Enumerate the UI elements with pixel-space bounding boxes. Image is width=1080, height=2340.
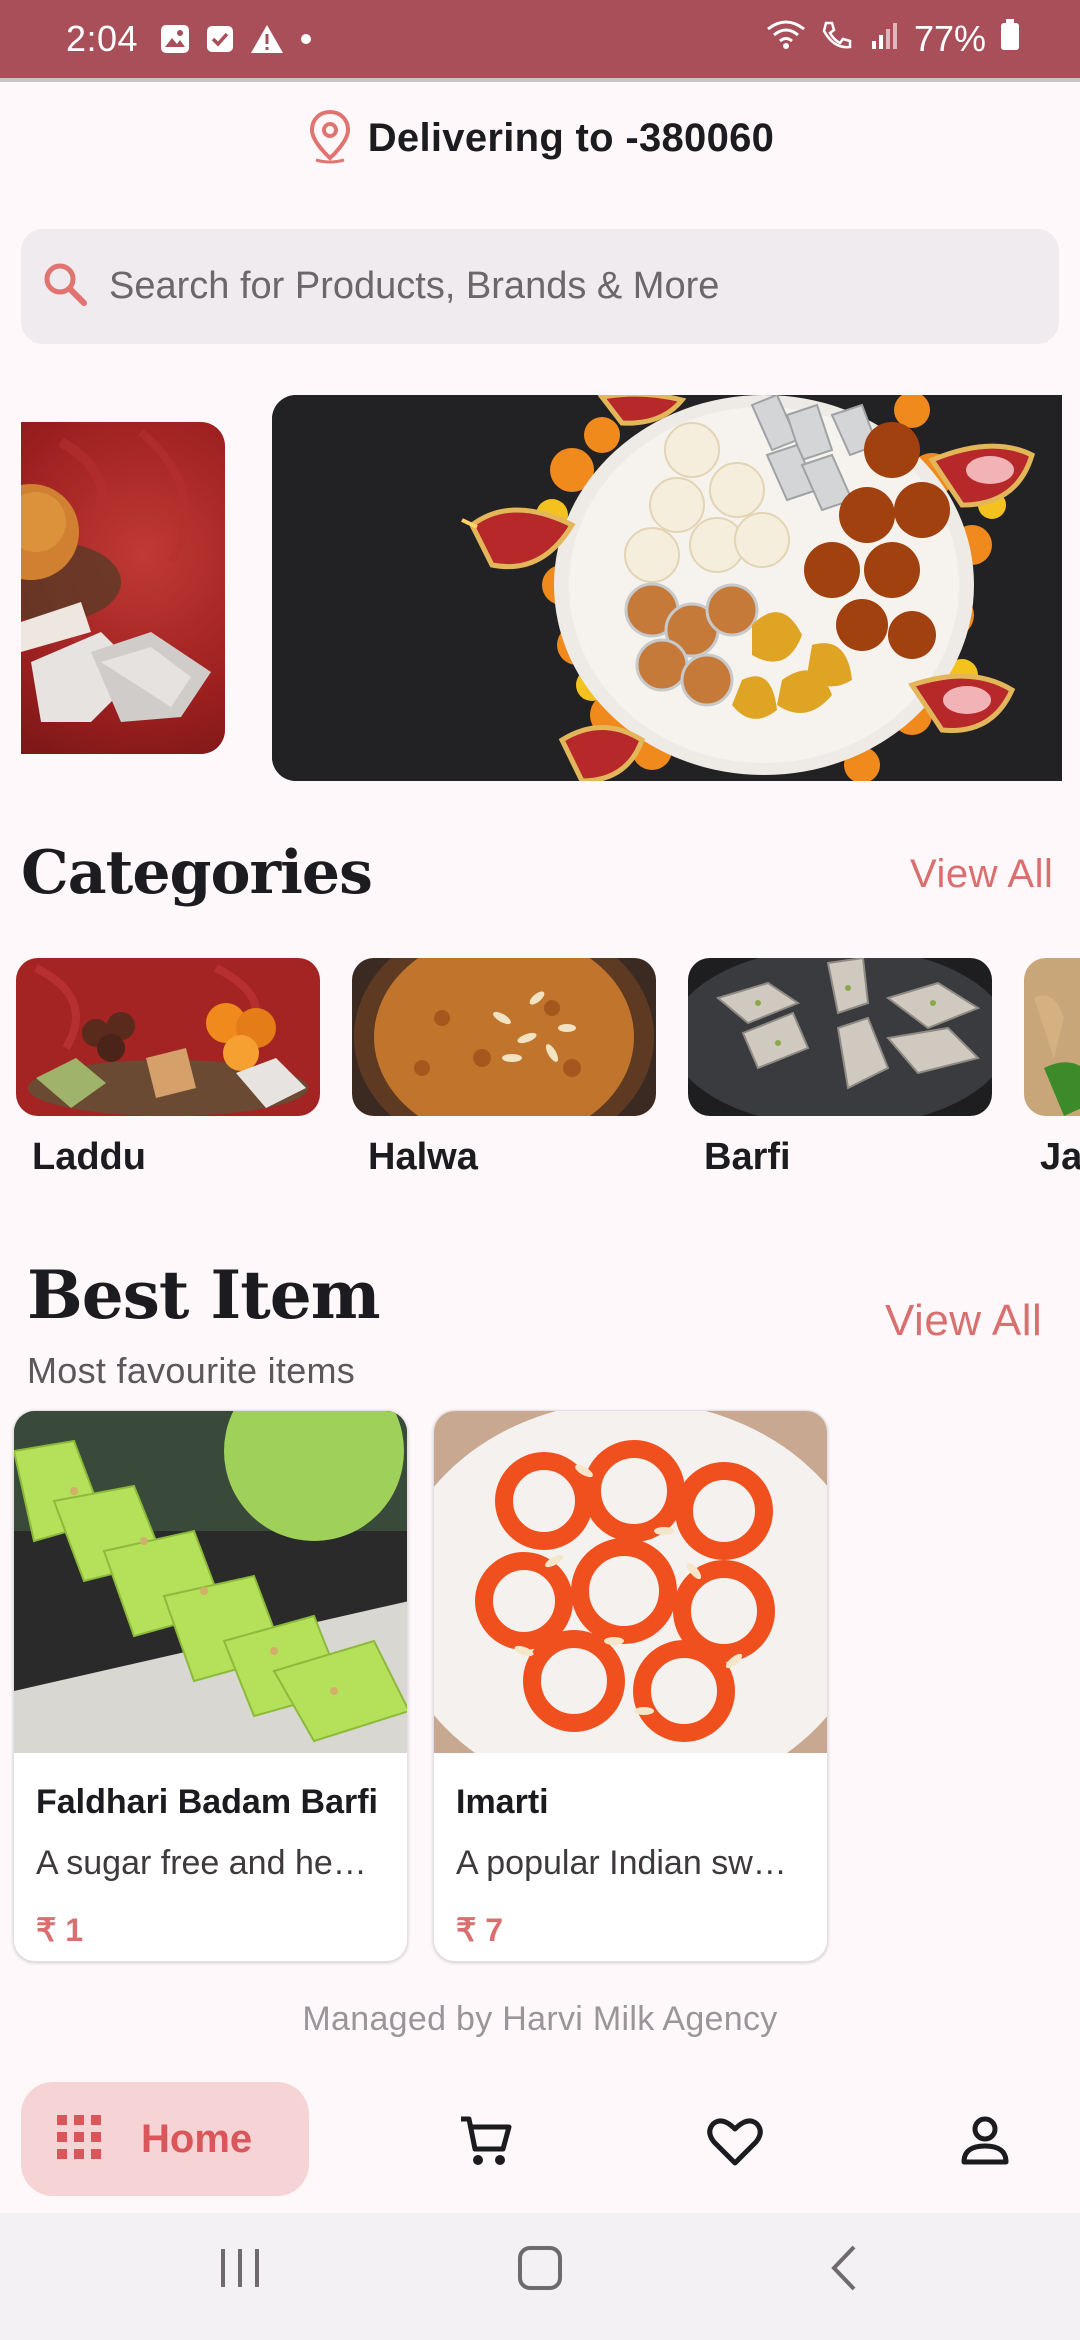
category-image-laddu — [16, 958, 320, 1116]
delivery-location[interactable]: Delivering to -380060 — [0, 108, 1080, 168]
product-price: ₹ 1 — [36, 1912, 84, 1948]
best-item-view-all-link[interactable]: View All — [885, 1296, 1042, 1346]
home-system-button[interactable] — [515, 2243, 565, 2298]
product-price: ₹ 7 — [456, 1912, 504, 1948]
back-button[interactable] — [820, 2243, 870, 2298]
location-text: Delivering to -380060 — [367, 115, 775, 160]
search-input[interactable] — [109, 265, 1009, 308]
category-image-partial — [1024, 958, 1080, 1116]
checkbox-icon — [206, 25, 234, 53]
bottom-navigation: Home — [0, 2068, 1080, 2213]
categories-title: Categories — [21, 838, 373, 908]
status-divider — [0, 78, 1080, 82]
call-icon — [820, 18, 856, 60]
search-icon — [41, 260, 89, 313]
battery-icon — [1000, 18, 1020, 60]
category-label: Barfi — [704, 1136, 791, 1178]
nav-profile-button[interactable] — [950, 2108, 1020, 2178]
best-item-subtitle: Most favourite items — [27, 1350, 356, 1391]
nav-home-button[interactable]: Home — [21, 2082, 309, 2196]
best-item-title: Best Item — [27, 1256, 381, 1334]
home-square-icon — [515, 2243, 565, 2298]
gallery-icon — [160, 24, 190, 54]
product-image — [14, 1411, 407, 1753]
status-time: 2:04 — [66, 18, 139, 59]
product-description: A popular Indian swe… — [456, 1844, 805, 1882]
product-description: A sugar free and hea… — [36, 1844, 385, 1882]
promo-banner-diwali-sweets[interactable] — [272, 395, 1062, 781]
system-navigation-bar — [0, 2213, 1080, 2340]
category-item-halwa[interactable]: Halwa — [352, 958, 656, 1179]
dot-icon — [300, 33, 312, 45]
nav-favorites-button[interactable] — [700, 2108, 770, 2178]
wifi-icon — [766, 18, 806, 60]
grid-icon — [57, 2114, 101, 2164]
category-item-laddu[interactable]: Laddu — [16, 958, 320, 1179]
category-label: Halwa — [368, 1136, 478, 1178]
location-pin-icon — [306, 108, 354, 169]
warning-icon — [250, 24, 284, 54]
status-bar: 2:04 77% — [0, 0, 1080, 78]
back-chevron-icon — [820, 2243, 870, 2298]
categories-view-all-link[interactable]: View All — [910, 852, 1053, 897]
cart-icon — [457, 2113, 513, 2174]
category-item-partial[interactable]: Ja — [1024, 958, 1080, 1179]
managed-by-text: Managed by Harvi Milk Agency — [302, 2000, 778, 2038]
category-item-barfi[interactable]: Barfi — [688, 958, 992, 1179]
search-bar[interactable] — [21, 229, 1059, 344]
category-label: Laddu — [32, 1136, 146, 1178]
category-image-halwa — [352, 958, 656, 1116]
signal-icon — [870, 18, 900, 60]
heart-icon — [706, 2115, 764, 2172]
category-label: Ja — [1040, 1136, 1080, 1178]
nav-cart-button[interactable] — [450, 2108, 520, 2178]
category-image-barfi — [688, 958, 992, 1116]
nav-home-label: Home — [141, 2116, 253, 2161]
status-right: 77% — [766, 18, 1020, 60]
product-card-imarti[interactable]: Imarti A popular Indian swe… ₹ 7 — [433, 1410, 828, 1962]
promo-banner-previous[interactable] — [21, 422, 225, 754]
battery-text: 77% — [913, 18, 986, 59]
recent-apps-icon — [215, 2243, 265, 2298]
product-name: Faldhari Badam Barfi — [36, 1783, 378, 1821]
recent-apps-button[interactable] — [215, 2243, 265, 2298]
product-name: Imarti — [456, 1783, 549, 1821]
product-card-faldhari-badam-barfi[interactable]: Faldhari Badam Barfi A sugar free and he… — [13, 1410, 408, 1962]
person-icon — [960, 2116, 1010, 2171]
product-image — [434, 1411, 827, 1753]
